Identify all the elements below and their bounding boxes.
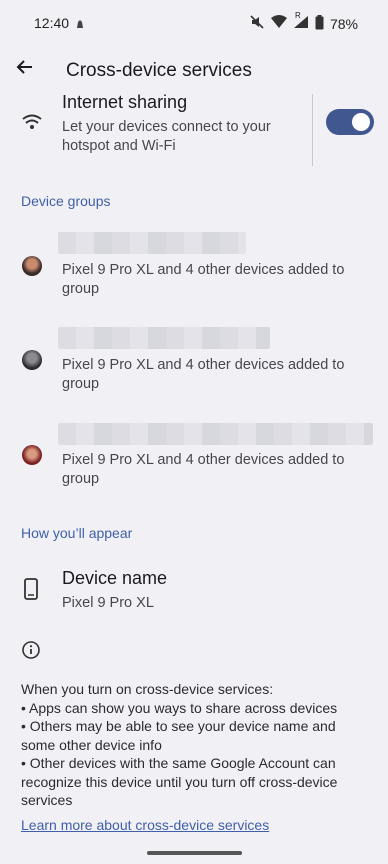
group-name-redacted: [58, 232, 246, 254]
device-group-item[interactable]: Pixel 9 Pro XL and 4 other devices added…: [0, 420, 388, 492]
device-name-row[interactable]: Device name Pixel 9 Pro XL: [0, 566, 388, 616]
battery-icon: [315, 14, 324, 33]
appearance-heading: How you’ll appear: [21, 525, 133, 541]
notification-icon: [76, 16, 84, 28]
internet-sharing-toggle[interactable]: [326, 109, 374, 135]
info-icon: [22, 641, 40, 664]
learn-more-link[interactable]: Learn more about cross-device services: [21, 817, 269, 833]
back-arrow-icon[interactable]: [14, 56, 36, 78]
signal-icon: R: [293, 11, 309, 32]
avatar: [22, 350, 42, 370]
status-icons: R 78%: [249, 11, 358, 33]
group-desc-2: group: [62, 376, 100, 392]
device-group-item[interactable]: Pixel 9 Pro XL and 4 other devices added…: [0, 324, 388, 396]
group-desc-1: Pixel 9 Pro XL and 4 other devices added…: [62, 452, 345, 468]
info-line: some other device info: [21, 736, 162, 753]
top-app-bar: Cross-device services: [0, 50, 388, 94]
phone-icon: [24, 578, 38, 605]
device-groups-heading: Device groups: [21, 193, 111, 209]
avatar: [22, 445, 42, 465]
info-line: • Others may be able to see your device …: [21, 718, 336, 734]
info-line: recognize this device until you turn off…: [21, 773, 338, 790]
group-desc-1: Pixel 9 Pro XL and 4 other devices added…: [62, 262, 345, 278]
divider: [312, 94, 313, 166]
group-desc-1: Pixel 9 Pro XL and 4 other devices added…: [62, 357, 345, 373]
battery-level: 78%: [329, 15, 358, 32]
info-line: When you turn on cross-device services:: [21, 681, 274, 697]
device-name-title: Device name: [62, 568, 168, 588]
internet-sharing-title: Internet sharing: [62, 92, 188, 112]
group-desc-2: group: [62, 281, 100, 297]
device-group-item[interactable]: Pixel 9 Pro XL and 4 other devices added…: [0, 228, 388, 300]
internet-sharing-desc-2: hotspot and Wi-Fi: [62, 138, 176, 154]
info-text-block: When you turn on cross-device services: …: [21, 680, 381, 810]
internet-sharing-desc-1: Let your devices connect to your: [62, 119, 271, 135]
status-time: 12:40: [34, 15, 70, 31]
toggle-knob: [352, 113, 370, 131]
info-line: services: [21, 792, 73, 808]
wifi-status-icon: [270, 15, 287, 32]
group-desc-2: group: [62, 471, 100, 487]
info-line: • Other devices with the same Google Acc…: [21, 755, 336, 771]
avatar: [22, 256, 42, 276]
page-title: Cross-device services: [66, 60, 252, 81]
internet-sharing-row[interactable]: Internet sharing Let your devices connec…: [0, 92, 388, 166]
status-bar: 12:40 R 78%: [0, 0, 388, 44]
group-name-redacted: [58, 327, 270, 349]
info-line: • Apps can show you ways to share across…: [21, 699, 338, 716]
group-name-redacted: [58, 423, 373, 445]
roaming-label: R: [294, 11, 301, 20]
mute-icon: [249, 14, 265, 33]
device-name-value: Pixel 9 Pro XL: [62, 595, 154, 611]
gesture-nav-handle[interactable]: [147, 851, 242, 855]
wifi-icon: [22, 114, 42, 135]
